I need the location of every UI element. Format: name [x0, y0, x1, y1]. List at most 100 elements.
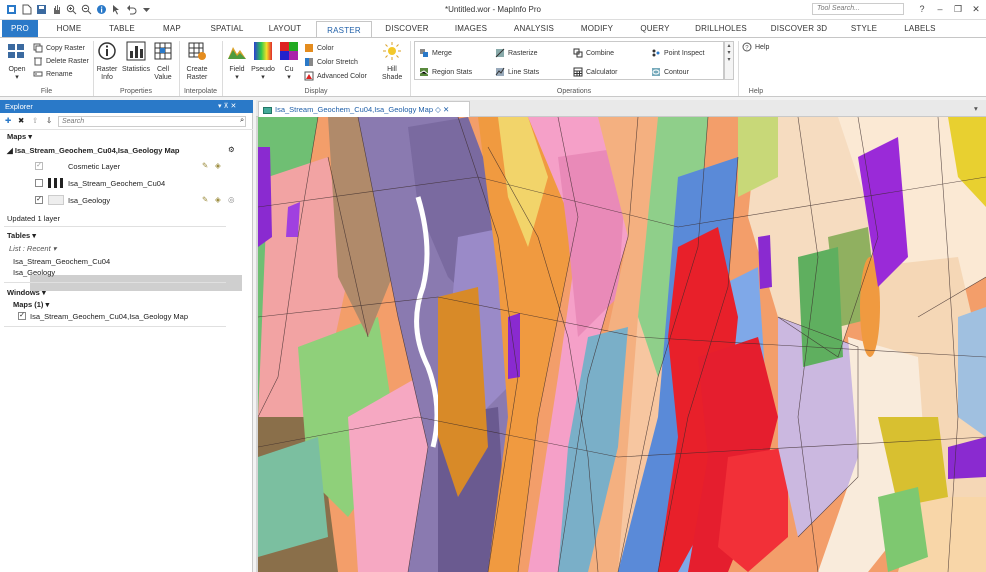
- map-settings-icon[interactable]: ⚙: [228, 145, 235, 154]
- windows-header[interactable]: Windows ▾: [7, 288, 46, 297]
- tab-layout[interactable]: LAYOUT: [262, 20, 308, 37]
- geology-map[interactable]: [258, 117, 986, 572]
- raster-layer-icon: [48, 178, 64, 188]
- tab-raster[interactable]: RASTER: [316, 21, 372, 38]
- help-icon[interactable]: ?: [914, 3, 930, 16]
- cosmetic-layer-checkbox[interactable]: ✓: [35, 162, 43, 170]
- pseudo-button[interactable]: Pseudo ▾: [250, 41, 276, 82]
- tab-home[interactable]: HOME: [50, 20, 88, 37]
- window-item[interactable]: Isa_Stream_Geochem_Cu04,Isa_Geology Map: [30, 312, 188, 321]
- tab-labels[interactable]: LABELS: [898, 20, 942, 37]
- merge-icon: [420, 49, 428, 57]
- rename-button[interactable]: Rename: [33, 68, 72, 80]
- layer-cosmetic[interactable]: Cosmetic Layer: [68, 162, 120, 171]
- rasterize-button[interactable]: Rasterize: [495, 47, 538, 59]
- maps-header[interactable]: Maps ▾: [7, 132, 32, 141]
- layer-geochem[interactable]: Isa_Stream_Geochem_Cu04: [68, 179, 165, 188]
- move-up-icon[interactable]: ⇧: [32, 116, 38, 125]
- map-tree-item[interactable]: ◢ Isa_Stream_Geochem_Cu04,Isa_Geology Ma…: [7, 146, 180, 155]
- tab-table[interactable]: TABLE: [102, 20, 142, 37]
- tab-map[interactable]: MAP: [154, 20, 190, 37]
- label-icon[interactable]: ◈: [215, 195, 221, 204]
- line-stats-button[interactable]: Line Stats: [495, 66, 539, 78]
- tab-query[interactable]: QUERY: [634, 20, 676, 37]
- remove-icon[interactable]: ✖: [18, 116, 24, 125]
- create-raster-button[interactable]: Create Raster: [182, 41, 212, 82]
- group-label-interpolate: Interpolate: [183, 88, 218, 95]
- gallery-scroll[interactable]: ▴ ▾ ▾: [724, 41, 734, 80]
- minimize-icon[interactable]: –: [932, 3, 948, 16]
- calculator-button[interactable]: Calculator: [573, 66, 618, 78]
- windows-maps-group[interactable]: Maps (1) ▾: [13, 300, 49, 309]
- point-inspect-button[interactable]: Point Inspect: [651, 47, 704, 59]
- tab-spatial[interactable]: SPATIAL: [204, 20, 250, 37]
- map-window-icon: [263, 106, 272, 114]
- move-down-icon[interactable]: ⇩: [46, 116, 52, 125]
- pseudo-color-icon: [254, 42, 272, 60]
- cu-color-icon: [280, 42, 298, 60]
- region-layer-icon: [48, 195, 64, 205]
- add-icon[interactable]: ✚: [5, 116, 11, 125]
- tab-style[interactable]: STYLE: [844, 20, 884, 37]
- pin-icon[interactable]: ▾ ⊼ ✕: [218, 102, 236, 110]
- edit-icon[interactable]: ✎: [202, 195, 208, 204]
- help-button[interactable]: ? Help: [742, 41, 769, 53]
- label-icon[interactable]: ◈: [215, 161, 221, 170]
- merge-button[interactable]: Merge: [419, 47, 452, 59]
- rasterize-icon: [495, 48, 505, 58]
- field-button[interactable]: Field ▾: [226, 41, 248, 82]
- tab-images[interactable]: IMAGES: [448, 20, 494, 37]
- table-item[interactable]: Isa_Geology: [13, 268, 55, 277]
- style-icon[interactable]: ◎: [228, 195, 235, 204]
- combine-button[interactable]: Combine: [573, 47, 614, 59]
- divider: [4, 326, 226, 327]
- tables-header[interactable]: Tables ▾: [7, 231, 36, 240]
- delete-raster-button[interactable]: Delete Raster: [33, 55, 89, 67]
- divider: [4, 226, 226, 227]
- tool-search-input[interactable]: Tool Search...: [812, 3, 904, 15]
- region-stats-button[interactable]: Region Stats: [419, 66, 472, 78]
- statistics-button[interactable]: Statistics: [121, 41, 151, 74]
- color-stretch-button[interactable]: Color Stretch: [304, 56, 358, 68]
- tables-list-filter[interactable]: List : Recent ▾: [9, 244, 57, 253]
- cell-value-button[interactable]: Cell Value: [152, 41, 174, 82]
- table-item[interactable]: Isa_Stream_Geochem_Cu04: [13, 257, 110, 266]
- document-tab[interactable]: Isa_Stream_Geochem_Cu04,Isa_Geology Map …: [258, 101, 470, 117]
- tab-pro[interactable]: PRO: [2, 20, 38, 37]
- tab-drillholes[interactable]: DRILLHOLES: [690, 20, 752, 37]
- open-grid-icon: [8, 44, 24, 58]
- raster-info-button[interactable]: Raster Info: [95, 41, 119, 82]
- rename-icon: [33, 71, 43, 77]
- open-button[interactable]: Open ▾: [4, 41, 30, 82]
- hill-shade-button[interactable]: Hill Shade: [380, 41, 404, 82]
- search-icon[interactable]: ⌕: [240, 115, 244, 125]
- tab-analysis[interactable]: ANALYSIS: [508, 20, 560, 37]
- cu-button[interactable]: Cu ▾: [278, 41, 300, 82]
- tab-list-icon[interactable]: ▾: [974, 104, 978, 113]
- window-checkbox[interactable]: ✓: [18, 312, 26, 320]
- group-label-file: File: [40, 88, 53, 95]
- stretch-icon: [305, 58, 313, 66]
- map-canvas[interactable]: [258, 117, 986, 572]
- restore-icon[interactable]: ❐: [950, 3, 966, 16]
- explorer-panel: Explorer ▾ ⊼ ✕ ✚ ✖ ⇧ ⇩ Search ⌕ Maps ▾ ◢…: [0, 100, 253, 572]
- advanced-color-button[interactable]: Advanced Color: [304, 70, 367, 82]
- calculator-icon: [573, 67, 583, 77]
- geology-layer-checkbox[interactable]: ✓: [35, 196, 43, 204]
- title-bar: *Untitled.wor - MapInfo Pro Tool Search.…: [0, 0, 986, 20]
- tab-modify[interactable]: MODIFY: [574, 20, 620, 37]
- tab-discover-3d[interactable]: DISCOVER 3D: [766, 20, 832, 37]
- point-inspect-icon: [652, 49, 660, 57]
- copy-raster-button[interactable]: Copy Raster: [33, 42, 85, 54]
- edit-icon[interactable]: ✎: [202, 161, 208, 170]
- tab-close-icon[interactable]: ✕: [443, 105, 449, 114]
- delete-icon: [34, 57, 42, 66]
- explorer-search-input[interactable]: Search: [58, 116, 246, 127]
- contour-button[interactable]: Contour: [651, 66, 689, 78]
- close-icon[interactable]: ✕: [968, 3, 984, 16]
- layer-geology[interactable]: Isa_Geology: [68, 196, 110, 205]
- geochem-layer-checkbox[interactable]: [35, 179, 43, 187]
- color-button[interactable]: Color: [304, 42, 334, 54]
- region-stats-icon: [419, 68, 429, 76]
- tab-discover[interactable]: DISCOVER: [382, 20, 432, 37]
